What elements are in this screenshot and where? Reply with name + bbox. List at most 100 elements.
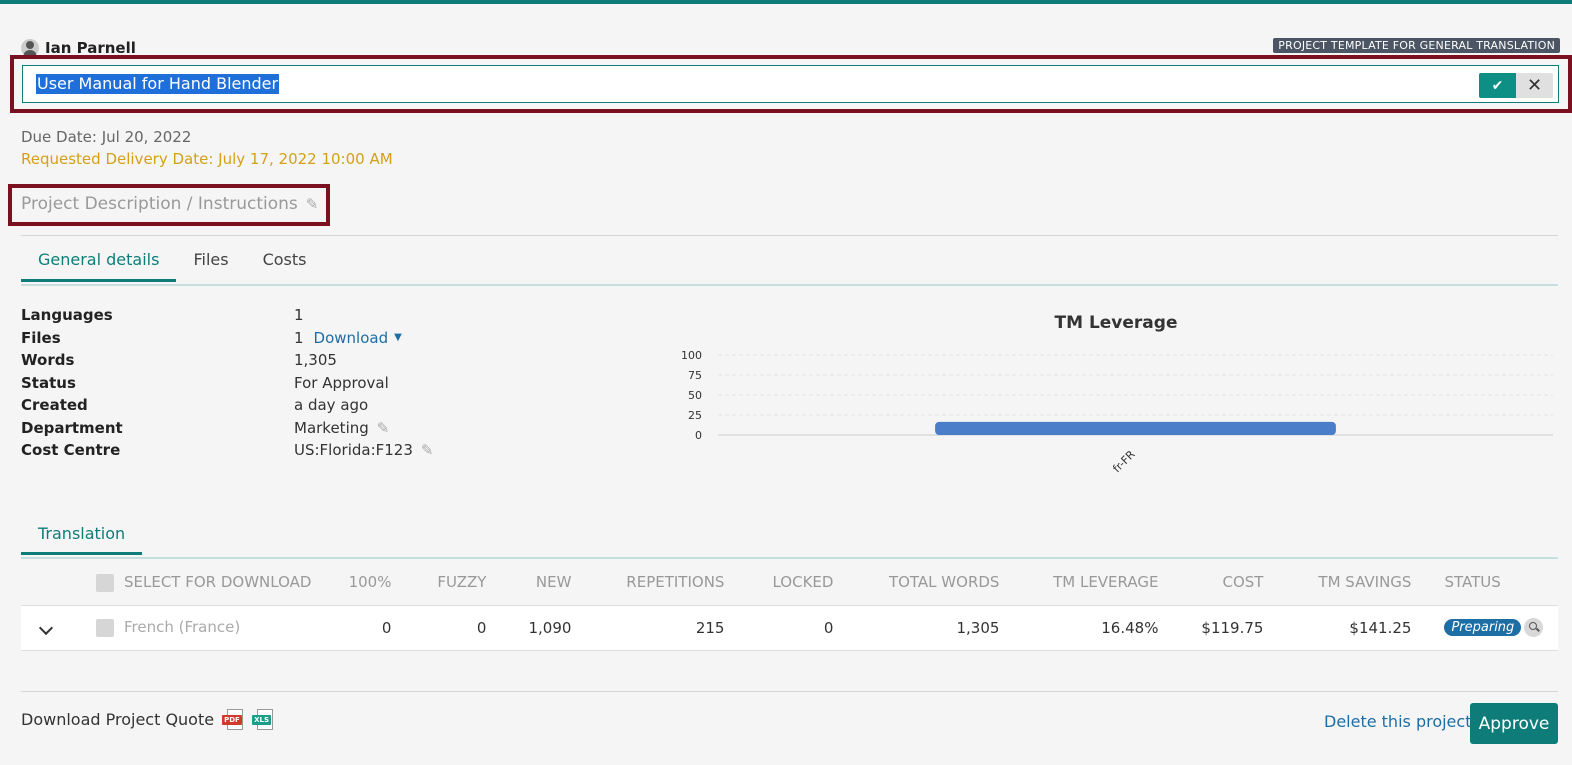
translation-table: SELECT FOR DOWNLOAD 100% FUZZY NEW REPET… (21, 560, 1558, 651)
detail-value-cost-centre: US:Florida:F123 ✎ (294, 441, 433, 459)
tab-general-details[interactable]: General details (21, 248, 177, 282)
col-status: STATUS (1444, 573, 1501, 592)
detail-label: Languages (21, 306, 113, 325)
table-row: French (France) 0 0 1,090 215 0 1,305 16… (21, 604, 1558, 651)
description-placeholder[interactable]: Project Description / Instructions (21, 194, 298, 214)
detail-row-created: Created a day ago (21, 394, 433, 417)
cell-total-words: 1,305 (833, 604, 1000, 651)
pdf-label: PDF (222, 715, 242, 725)
tm-leverage-chart: 100 75 50 25 0 fr-FR (681, 349, 1553, 476)
tab-files[interactable]: Files (176, 248, 245, 282)
col-fuzzy: FUZZY (437, 573, 487, 592)
pencil-icon[interactable]: ✎ (421, 441, 434, 459)
project-description[interactable]: Project Description / Instructions ✎ (21, 194, 318, 214)
chevron-down-icon[interactable] (38, 620, 54, 635)
table-header-row: SELECT FOR DOWNLOAD 100% FUZZY NEW REPET… (21, 560, 1558, 605)
project-title-value[interactable]: User Manual for Hand Blender (36, 74, 280, 94)
language-name: French (France) (124, 618, 241, 637)
caret-down-icon[interactable]: ▼ (394, 332, 402, 343)
cell-100: 0 (311, 604, 392, 651)
detail-row-languages: Languages 1 (21, 304, 433, 327)
detail-tabs: General details Files Costs (21, 248, 323, 282)
check-icon: ✔ (1491, 77, 1504, 94)
confirm-title-button[interactable]: ✔ (1479, 73, 1516, 98)
pencil-icon[interactable]: ✎ (377, 419, 390, 437)
footer-divider (21, 691, 1558, 692)
delete-project-link[interactable]: Delete this project (1324, 712, 1471, 731)
detail-value: a day ago (294, 396, 369, 415)
expand-header (21, 560, 96, 605)
detail-label: Files (21, 328, 61, 347)
requested-delivery-date: Requested Delivery Date: July 17, 2022 1… (21, 150, 393, 168)
cell-new: 1,090 (486, 604, 572, 651)
cell-fuzzy: 0 (391, 604, 487, 651)
detail-label: Cost Centre (21, 441, 121, 460)
y-tick-label: 75 (688, 369, 702, 382)
pdf-icon[interactable]: PDF (222, 709, 244, 730)
detail-value: 1,305 (294, 351, 337, 370)
col-tm-leverage: TM LEVERAGE (1053, 573, 1159, 592)
details-list: Languages 1 Files 1 Download ▼ Words 1,3… (21, 304, 433, 462)
detail-row-files: Files 1 Download ▼ (21, 327, 433, 350)
xls-label: XLS (252, 715, 271, 725)
col-repetitions: REPETITIONS (626, 573, 725, 592)
col-total-words: TOTAL WORDS (888, 573, 1000, 592)
detail-row-status: Status For Approval (21, 372, 433, 395)
col-cost: COST (1222, 573, 1264, 592)
section-divider (21, 557, 1558, 559)
top-accent-bar (0, 0, 1572, 4)
template-badge: PROJECT TEMPLATE FOR GENERAL TRANSLATION (1273, 38, 1560, 53)
detail-row-cost-centre: Cost Centre US:Florida:F123 ✎ (21, 439, 433, 462)
project-title-input[interactable]: User Manual for Hand Blender (22, 65, 1559, 103)
x-tick-label: fr-FR (1110, 448, 1138, 476)
col-new: NEW (535, 573, 572, 592)
detail-label: Status (21, 373, 76, 392)
pencil-icon[interactable]: ✎ (306, 195, 319, 213)
cell-tm-savings: $141.25 (1263, 604, 1412, 651)
divider (21, 235, 1558, 236)
col-locked: LOCKED (772, 573, 834, 592)
select-all-checkbox[interactable] (96, 573, 114, 592)
detail-value: 1 (294, 306, 304, 325)
cell-locked: 0 (724, 604, 834, 651)
cell-repetitions: 215 (571, 604, 725, 651)
files-count: 1 (294, 328, 304, 347)
col-tm-savings: TM SAVINGS (1318, 573, 1412, 592)
chart-title: TM Leverage (1054, 313, 1178, 333)
search-icon[interactable] (1524, 618, 1544, 637)
download-quote: Download Project Quote PDF XLS (21, 709, 274, 730)
tabs-divider (21, 284, 1558, 286)
detail-value-department: Marketing ✎ (294, 419, 389, 437)
close-icon: ✕ (1526, 75, 1543, 96)
y-tick-label: 100 (681, 349, 702, 362)
detail-label: Department (21, 418, 123, 437)
download-link[interactable]: Download (314, 329, 389, 347)
detail-row-words: Words 1,305 (21, 349, 433, 372)
bar (935, 421, 1336, 435)
approve-button[interactable]: Approve (1470, 703, 1558, 744)
tab-translation[interactable]: Translation (21, 522, 143, 555)
language-cell: French (France) (96, 604, 312, 651)
select-header: SELECT FOR DOWNLOAD (96, 560, 311, 605)
y-tick-label: 50 (688, 389, 702, 402)
due-date: Due Date: Jul 20, 2022 (21, 128, 192, 146)
cancel-title-button[interactable]: ✕ (1516, 73, 1553, 98)
status-badge: Preparing (1444, 619, 1522, 636)
department-value: Marketing (294, 418, 369, 437)
col-100: 100% (348, 573, 392, 592)
cost-centre-value: US:Florida:F123 (294, 441, 413, 460)
tab-costs[interactable]: Costs (246, 248, 324, 282)
expand-cell[interactable] (21, 604, 96, 651)
row-select-checkbox[interactable] (96, 618, 114, 637)
quote-label: Download Project Quote (21, 709, 215, 729)
status-cell: Preparing (1411, 604, 1558, 651)
cell-tm-leverage: 16.48% (999, 604, 1159, 651)
detail-label: Words (21, 351, 75, 370)
detail-row-department: Department Marketing ✎ (21, 417, 433, 440)
y-tick-label: 0 (695, 429, 702, 442)
y-tick-label: 25 (688, 409, 702, 422)
xls-icon[interactable]: XLS (252, 709, 274, 730)
detail-value: For Approval (294, 373, 389, 392)
cell-cost: $119.75 (1158, 604, 1264, 651)
detail-value-files: 1 Download ▼ (294, 329, 402, 347)
